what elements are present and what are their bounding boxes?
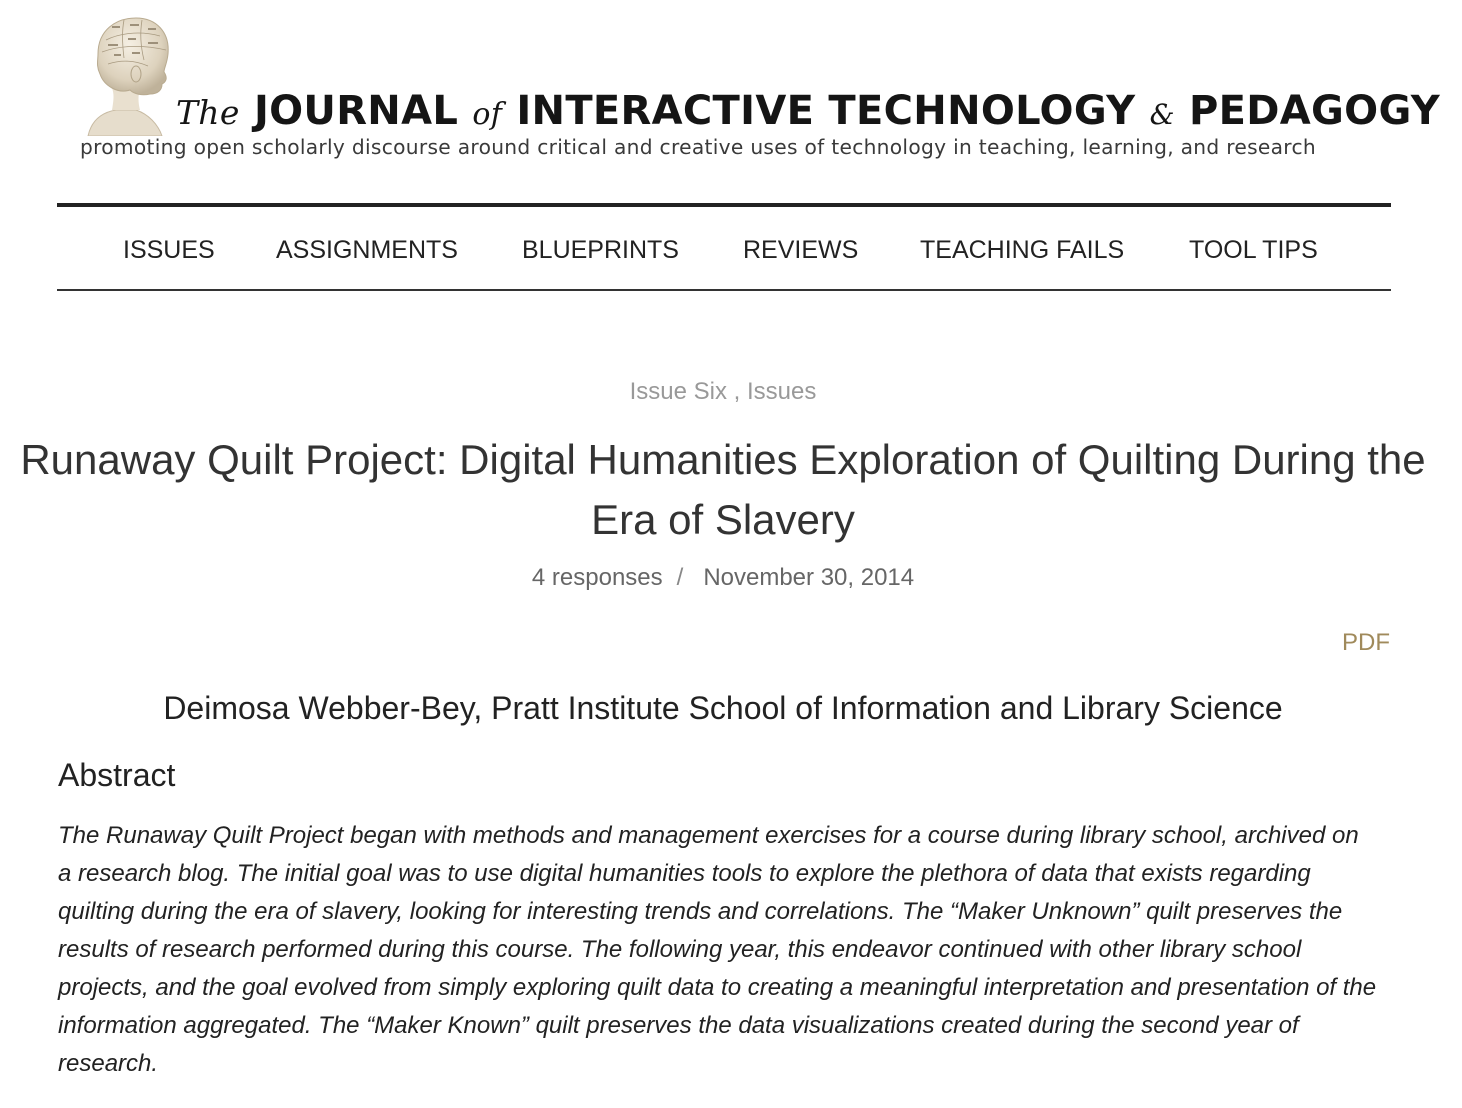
- category-link-issues[interactable]: Issues: [747, 378, 816, 405]
- responses-link[interactable]: 4 responses: [532, 564, 663, 591]
- nav-item-issues[interactable]: ISSUES: [123, 236, 215, 265]
- meta-separator: /: [676, 564, 684, 591]
- publish-date: November 30, 2014: [703, 564, 915, 591]
- category-link-issue-six[interactable]: Issue Six: [630, 378, 727, 405]
- title-the: The: [176, 93, 240, 132]
- journal-tagline: promoting open scholarly discourse aroun…: [80, 135, 1316, 159]
- nav-item-tool-tips[interactable]: TOOL TIPS: [1189, 236, 1318, 265]
- abstract-text: The Runaway Quilt Project began with met…: [58, 822, 1377, 1077]
- nav-item-assignments[interactable]: ASSIGNMENTS: [276, 236, 458, 265]
- title-ampersand: &: [1149, 98, 1175, 131]
- title-of: of: [472, 97, 503, 132]
- nav-item-blueprints[interactable]: BLUEPRINTS: [522, 236, 679, 265]
- article-meta: 4 responses / November 30, 2014: [0, 564, 1446, 592]
- abstract-heading: Abstract: [58, 757, 176, 793]
- nav-item-teaching-fails[interactable]: TEACHING FAILS: [920, 236, 1124, 265]
- nav-item-reviews[interactable]: REVIEWS: [743, 236, 858, 265]
- category-links: Issue Six , Issues: [0, 378, 1446, 406]
- title-interactive-technology: INTERACTIVE TECHNOLOGY: [516, 88, 1136, 134]
- category-separator: ,: [726, 378, 747, 405]
- main-navigation: ISSUES ASSIGNMENTS BLUEPRINTS REVIEWS TE…: [57, 203, 1391, 291]
- pdf-download-link[interactable]: PDF: [1342, 629, 1390, 657]
- title-pedagogy: PEDAGOGY: [1189, 88, 1441, 134]
- phrenology-head-icon[interactable]: [78, 14, 178, 136]
- title-journal: JOURNAL: [253, 88, 459, 134]
- author-affiliation: Deimosa Webber-Bey, Pratt Institute Scho…: [163, 690, 1283, 726]
- article-title: Runaway Quilt Project: Digital Humanitie…: [20, 436, 1426, 543]
- masthead: The JOURNAL of INTERACTIVE TECHNOLOGY & …: [78, 14, 1440, 184]
- journal-title: The JOURNAL of INTERACTIVE TECHNOLOGY & …: [176, 86, 1440, 140]
